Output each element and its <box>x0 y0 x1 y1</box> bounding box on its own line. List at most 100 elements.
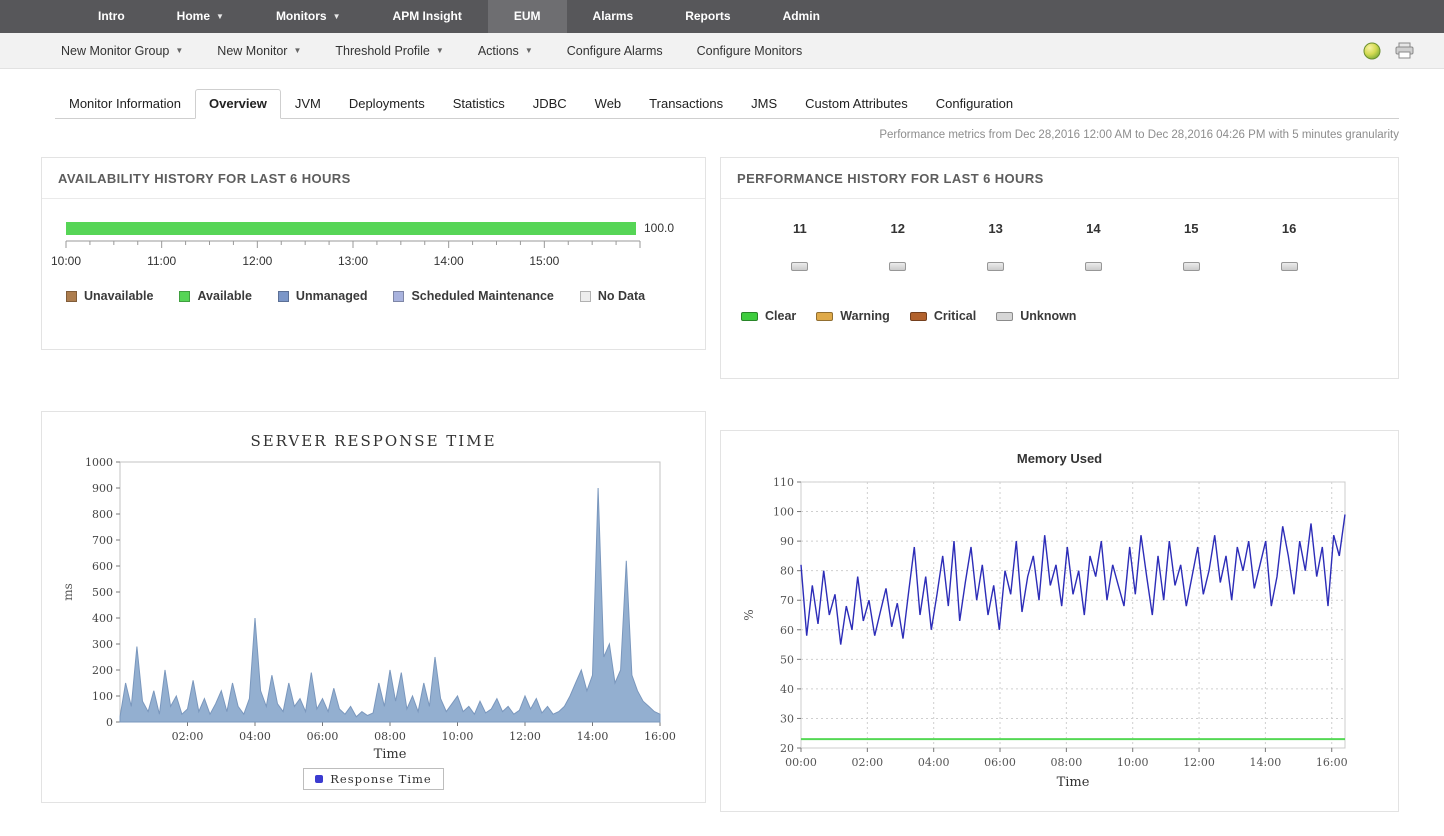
legend-swatch <box>741 312 758 321</box>
legend-swatch <box>66 291 77 302</box>
svg-text:200: 200 <box>92 664 113 677</box>
nav-item-monitors[interactable]: Monitors▼ <box>250 0 367 33</box>
availability-bar[interactable] <box>66 222 636 235</box>
actions-button[interactable]: Actions▼ <box>461 44 550 58</box>
svg-text:20: 20 <box>780 742 794 755</box>
response-chart-title: SERVER RESPONSE TIME <box>42 432 705 450</box>
svg-text:12:00: 12:00 <box>509 730 541 743</box>
monitor-tab-bar: Monitor Information Overview JVM Deploym… <box>55 89 1399 119</box>
chevron-down-icon: ▼ <box>216 0 224 33</box>
status-box-hour-11[interactable] <box>791 262 808 271</box>
action-toolbar: New Monitor Group▼ New Monitor▼ Threshol… <box>0 33 1444 69</box>
performance-hour-12: 12 <box>849 221 947 271</box>
tab-jvm[interactable]: JVM <box>281 89 335 119</box>
legend-label: Unknown <box>1020 309 1076 323</box>
legend-swatch <box>580 291 591 302</box>
series-marker-icon <box>315 775 323 783</box>
availability-legend: Unavailable Available Unmanaged Schedule… <box>42 277 705 303</box>
performance-panel-title: PERFORMANCE HISTORY FOR LAST 6 HOURS <box>721 158 1398 199</box>
status-box-hour-15[interactable] <box>1183 262 1200 271</box>
svg-text:11:00: 11:00 <box>147 254 176 268</box>
legend-item-available: Available <box>179 289 251 303</box>
status-box-hour-12[interactable] <box>889 262 906 271</box>
status-box-hour-16[interactable] <box>1281 262 1298 271</box>
nav-item-reports[interactable]: Reports <box>659 0 756 33</box>
svg-text:50: 50 <box>780 653 794 666</box>
threshold-profile-button[interactable]: Threshold Profile▼ <box>318 44 460 58</box>
legend-item-warning: Warning <box>816 309 890 323</box>
hour-label: 15 <box>1142 221 1240 236</box>
tab-deployments[interactable]: Deployments <box>335 89 439 119</box>
svg-text:40: 40 <box>780 683 794 696</box>
legend-label: Unmanaged <box>296 289 368 303</box>
new-monitor-group-button[interactable]: New Monitor Group▼ <box>44 44 200 58</box>
performance-hour-11: 11 <box>751 221 849 271</box>
hour-label: 14 <box>1045 221 1143 236</box>
svg-text:14:00: 14:00 <box>434 254 464 268</box>
svg-text:10:00: 10:00 <box>51 254 81 268</box>
nav-item-apm-insight[interactable]: APM Insight <box>367 0 488 33</box>
performance-hours-row: 11 12 13 14 15 16 <box>751 221 1338 271</box>
legend-item-critical: Critical <box>910 309 976 323</box>
performance-hour-15: 15 <box>1142 221 1240 271</box>
memory-chart-title: Memory Used <box>721 451 1398 466</box>
svg-text:500: 500 <box>92 586 113 599</box>
configure-alarms-button[interactable]: Configure Alarms <box>550 44 680 58</box>
new-monitor-button[interactable]: New Monitor▼ <box>200 44 318 58</box>
nav-item-alarms[interactable]: Alarms <box>567 0 660 33</box>
toolbar-label: Threshold Profile <box>335 44 430 58</box>
nav-label: Admin <box>783 0 820 33</box>
nav-item-admin[interactable]: Admin <box>757 0 846 33</box>
status-box-hour-14[interactable] <box>1085 262 1102 271</box>
tab-transactions[interactable]: Transactions <box>635 89 737 119</box>
performance-hour-16: 16 <box>1240 221 1338 271</box>
tab-statistics[interactable]: Statistics <box>439 89 519 119</box>
server-response-time-panel: SERVER RESPONSE TIME 0100200300400500600… <box>41 411 706 803</box>
tab-monitor-information[interactable]: Monitor Information <box>55 89 195 119</box>
tab-custom-attributes[interactable]: Custom Attributes <box>791 89 922 119</box>
response-legend-wrap: Response Time <box>42 768 705 790</box>
legend-item-clear: Clear <box>741 309 796 323</box>
tab-configuration[interactable]: Configuration <box>922 89 1027 119</box>
legend-item-unavailable: Unavailable <box>66 289 153 303</box>
memory-used-chart: 203040506070809010011000:0002:0004:0006:… <box>735 470 1385 802</box>
nav-item-eum[interactable]: EUM <box>488 0 567 33</box>
configure-monitors-button[interactable]: Configure Monitors <box>680 44 820 58</box>
chevron-down-icon: ▼ <box>333 0 341 33</box>
legend-item-no-data: No Data <box>580 289 645 303</box>
tab-jms[interactable]: JMS <box>737 89 791 119</box>
legend-label: Scheduled Maintenance <box>411 289 553 303</box>
printer-icon[interactable] <box>1395 42 1414 59</box>
nav-label: Reports <box>685 0 730 33</box>
page: Intro Home▼ Monitors▼ APM Insight EUM Al… <box>0 0 1444 836</box>
tab-overview[interactable]: Overview <box>195 89 281 119</box>
tab-jdbc[interactable]: JDBC <box>519 89 581 119</box>
nav-item-home[interactable]: Home▼ <box>151 0 250 33</box>
legend-item-unmanaged: Unmanaged <box>278 289 368 303</box>
legend-label: Available <box>197 289 251 303</box>
svg-text:ms: ms <box>61 583 75 601</box>
tab-web[interactable]: Web <box>581 89 636 119</box>
legend-swatch <box>910 312 927 321</box>
nav-label: APM Insight <box>393 0 462 33</box>
svg-text:14:00: 14:00 <box>1249 756 1281 769</box>
svg-text:12:00: 12:00 <box>242 254 272 268</box>
svg-text:Time: Time <box>1056 775 1089 790</box>
globe-icon[interactable] <box>1363 42 1381 60</box>
svg-text:16:00: 16:00 <box>1315 756 1347 769</box>
metrics-granularity-note: Performance metrics from Dec 28,2016 12:… <box>0 129 1399 141</box>
svg-text:600: 600 <box>92 560 113 573</box>
toolbar-label: New Monitor <box>217 44 287 58</box>
chevron-down-icon: ▼ <box>175 46 183 55</box>
hour-label: 12 <box>849 221 947 236</box>
performance-hour-13: 13 <box>947 221 1045 271</box>
svg-text:10:00: 10:00 <box>441 730 473 743</box>
nav-item-intro[interactable]: Intro <box>72 0 151 33</box>
svg-text:12:00: 12:00 <box>1183 756 1215 769</box>
availability-value: 100.0 <box>644 221 674 235</box>
svg-text:90: 90 <box>780 535 794 548</box>
status-box-hour-13[interactable] <box>987 262 1004 271</box>
memory-used-panel: Memory Used 203040506070809010011000:000… <box>720 430 1399 812</box>
svg-text:700: 700 <box>92 534 113 547</box>
svg-text:100: 100 <box>773 506 794 519</box>
